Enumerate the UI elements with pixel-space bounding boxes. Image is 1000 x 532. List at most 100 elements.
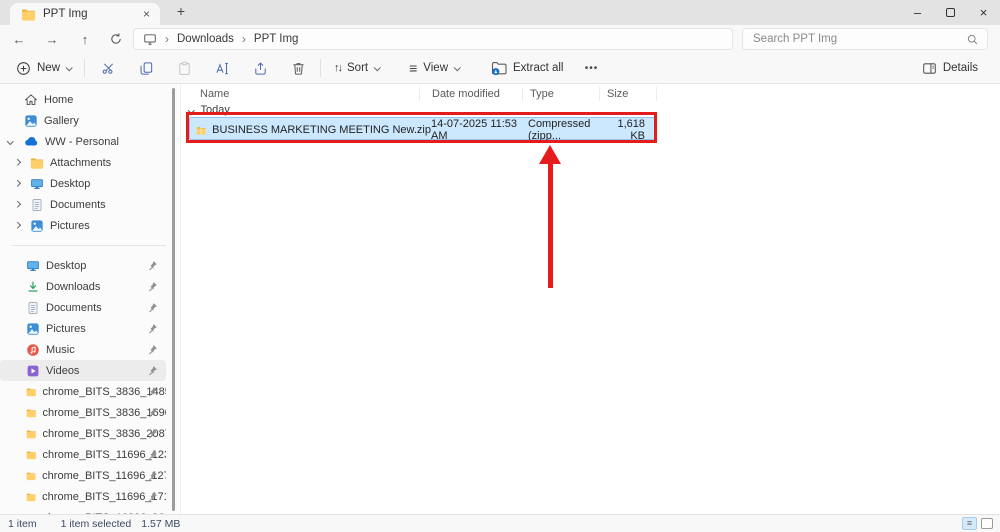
sidebar-item-documents-tree[interactable]: Documents (0, 194, 166, 215)
navigation-sidebar: Home Gallery WW - Personal Attachments D… (0, 84, 178, 514)
chevron-collapsed-icon[interactable] (14, 159, 20, 165)
breadcrumb-separator: › (242, 32, 246, 46)
share-icon (253, 61, 268, 76)
home-icon (24, 93, 38, 107)
address-bar: ← → ↑ › Downloads › PPT Img (0, 25, 1000, 53)
sidebar-item-chrome-folder[interactable]: chrome_BITS_11696_1277100123 (0, 465, 166, 486)
close-button[interactable]: × (967, 0, 1000, 25)
sidebar-item-pictures[interactable]: Pictures (0, 318, 166, 339)
refresh-button[interactable] (109, 32, 127, 46)
pin-icon (147, 407, 158, 418)
breadcrumb-item-downloads[interactable]: Downloads (177, 33, 234, 45)
sidebar-item-onedrive[interactable]: WW - Personal (0, 131, 166, 152)
window-titlebar: PPT Img × + – × (0, 0, 1000, 25)
download-icon (26, 280, 40, 294)
sidebar-item-videos[interactable]: Videos (0, 360, 166, 381)
column-header-type[interactable]: Type (523, 87, 600, 101)
trash-icon (291, 61, 306, 76)
picture-icon (30, 219, 44, 233)
view-button[interactable]: ≡ View (401, 56, 467, 80)
paste-button[interactable] (172, 56, 196, 80)
search-icon[interactable] (966, 33, 979, 46)
icons-view-toggle[interactable] (981, 518, 993, 529)
explorer-tab[interactable]: PPT Img × (10, 3, 160, 25)
chevron-down-icon (374, 64, 381, 71)
group-header-today[interactable]: Today (189, 104, 230, 116)
ellipsis-icon: ••• (585, 63, 599, 74)
picture-icon (26, 322, 40, 336)
chevron-collapsed-icon[interactable] (14, 222, 20, 228)
cut-button[interactable] (96, 56, 120, 80)
sidebar-item-chrome-folder[interactable]: chrome_BITS_10996_900610127 (0, 507, 166, 514)
chevron-expanded-icon[interactable] (7, 138, 13, 144)
new-tab-button[interactable]: + (172, 3, 190, 19)
new-button[interactable]: New (8, 56, 79, 80)
column-header-date-modified[interactable]: Date modified (420, 87, 523, 101)
sidebar-item-desktop-tree[interactable]: Desktop (0, 173, 166, 194)
scissors-icon (101, 61, 116, 76)
sidebar-scrollbar[interactable] (172, 88, 175, 511)
forward-button[interactable]: → (43, 32, 61, 47)
delete-button[interactable] (286, 56, 310, 80)
column-header-size[interactable]: Size (600, 87, 657, 101)
share-button[interactable] (248, 56, 272, 80)
chevron-collapsed-icon[interactable] (14, 180, 20, 186)
annotation-arrow-head (539, 145, 561, 164)
minimize-button[interactable]: – (901, 0, 934, 25)
pin-icon (147, 428, 158, 439)
copy-button[interactable] (134, 56, 158, 80)
more-options-button[interactable]: ••• (580, 56, 604, 80)
annotation-arrow-shaft (548, 163, 553, 288)
folder-icon (30, 156, 44, 170)
sort-arrows-icon: ↑↓ (334, 62, 341, 74)
breadcrumb-separator: › (165, 32, 169, 46)
column-headers: Name Date modified Type Size (188, 86, 657, 102)
pin-icon (147, 323, 158, 334)
folder-icon (26, 406, 36, 420)
sort-button[interactable]: ↑↓ Sort (326, 56, 387, 80)
sidebar-item-chrome-folder[interactable]: chrome_BITS_3836_1690602276 (0, 402, 166, 423)
file-row-selected[interactable]: BUSINESS MARKETING MEETING New.zip 14-07… (189, 117, 655, 140)
zip-folder-icon (196, 123, 206, 138)
back-button[interactable]: ← (10, 32, 28, 47)
extract-all-button[interactable]: Extract all (483, 56, 572, 80)
sidebar-item-chrome-folder[interactable]: chrome_BITS_11696_123081787 (0, 444, 166, 465)
view-lines-icon: ≡ (409, 60, 417, 76)
sidebar-item-downloads[interactable]: Downloads (0, 276, 166, 297)
sidebar-item-home[interactable]: Home (0, 89, 166, 110)
document-icon (26, 301, 40, 315)
file-type: Compressed (zipp... (528, 118, 601, 142)
tab-close-button[interactable]: × (139, 7, 154, 21)
sidebar-item-documents[interactable]: Documents (0, 297, 166, 318)
monitor-icon (26, 259, 40, 273)
pin-icon (147, 302, 158, 313)
column-header-name[interactable]: Name (188, 87, 420, 101)
sidebar-divider (12, 245, 166, 246)
rename-button[interactable] (210, 56, 234, 80)
extract-folder-icon (491, 60, 507, 76)
window-controls: – × (901, 0, 1000, 25)
details-view-toggle[interactable]: ≡ (962, 517, 977, 530)
tab-title: PPT Img (43, 8, 88, 20)
breadcrumb[interactable]: › Downloads › PPT Img (133, 28, 733, 50)
pin-icon (147, 386, 158, 397)
folder-icon (26, 427, 36, 441)
breadcrumb-item-current[interactable]: PPT Img (254, 33, 299, 45)
chevron-collapsed-icon[interactable] (14, 201, 20, 207)
sidebar-item-attachments[interactable]: Attachments (0, 152, 166, 173)
sidebar-item-music[interactable]: Music (0, 339, 166, 360)
search-input[interactable] (751, 32, 966, 46)
up-button[interactable]: ↑ (76, 32, 94, 47)
details-pane-button[interactable]: Details (914, 56, 986, 80)
maximize-button[interactable] (934, 0, 967, 25)
plus-circle-icon (16, 61, 31, 76)
music-icon (26, 343, 40, 357)
sidebar-item-chrome-folder[interactable]: chrome_BITS_3836_2087388051 (0, 423, 166, 444)
sidebar-item-chrome-folder[interactable]: chrome_BITS_11696_1714601212 (0, 486, 166, 507)
sidebar-item-desktop[interactable]: Desktop (0, 255, 166, 276)
sidebar-item-pictures-tree[interactable]: Pictures (0, 215, 166, 236)
sidebar-item-gallery[interactable]: Gallery (0, 110, 166, 131)
sidebar-item-chrome-folder[interactable]: chrome_BITS_3836_1485741494 (0, 381, 166, 402)
nav-buttons: ← → ↑ (10, 25, 127, 53)
view-mode-toggles: ≡ (962, 517, 993, 530)
